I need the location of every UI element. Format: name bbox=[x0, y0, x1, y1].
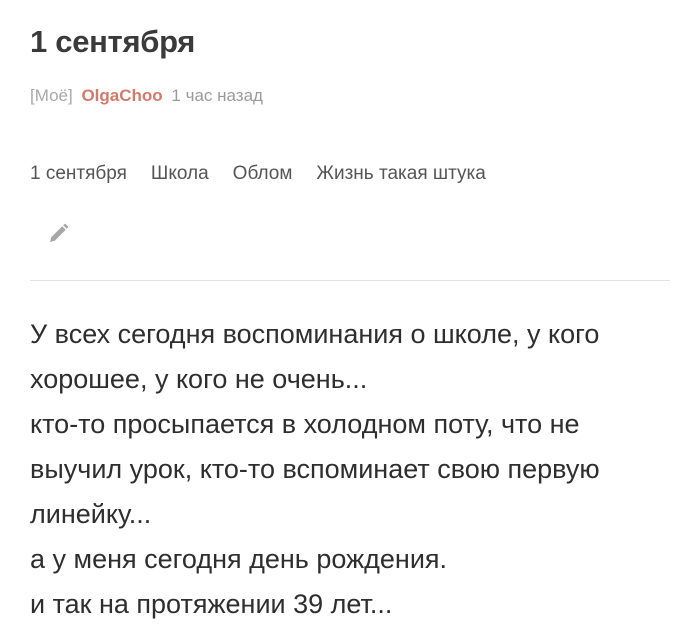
post-paragraph: У всех сегодня воспоминания о школе, у к… bbox=[30, 319, 600, 394]
edit-tags-button[interactable] bbox=[44, 222, 72, 250]
tag-life[interactable]: Жизнь такая штука bbox=[316, 163, 485, 185]
post-title[interactable]: 1 сентября bbox=[30, 24, 195, 60]
post-paragraph: а у меня сегодня день рождения. bbox=[30, 544, 448, 574]
tag-school[interactable]: Школа bbox=[151, 163, 209, 185]
tag-fail[interactable]: Облом bbox=[233, 163, 293, 185]
community-tag[interactable]: [Моё] bbox=[30, 86, 73, 105]
post-meta: [Моё] OlgaChoo 1 час назад bbox=[30, 86, 263, 106]
post-paragraph: кто-то просыпается в холодном поту, что … bbox=[30, 409, 600, 529]
post-body: У всех сегодня воспоминания о школе, у к… bbox=[30, 312, 670, 627]
tag-list: 1 сентября Школа Облом Жизнь такая штука bbox=[30, 163, 486, 185]
tag-1-september[interactable]: 1 сентября bbox=[30, 163, 127, 185]
divider bbox=[30, 280, 670, 281]
post-paragraph: и так на протяжении 39 лет... bbox=[30, 589, 393, 619]
post-time: 1 час назад bbox=[171, 86, 263, 105]
author-link[interactable]: OlgaChoo bbox=[81, 86, 162, 105]
pencil-icon bbox=[47, 223, 69, 250]
